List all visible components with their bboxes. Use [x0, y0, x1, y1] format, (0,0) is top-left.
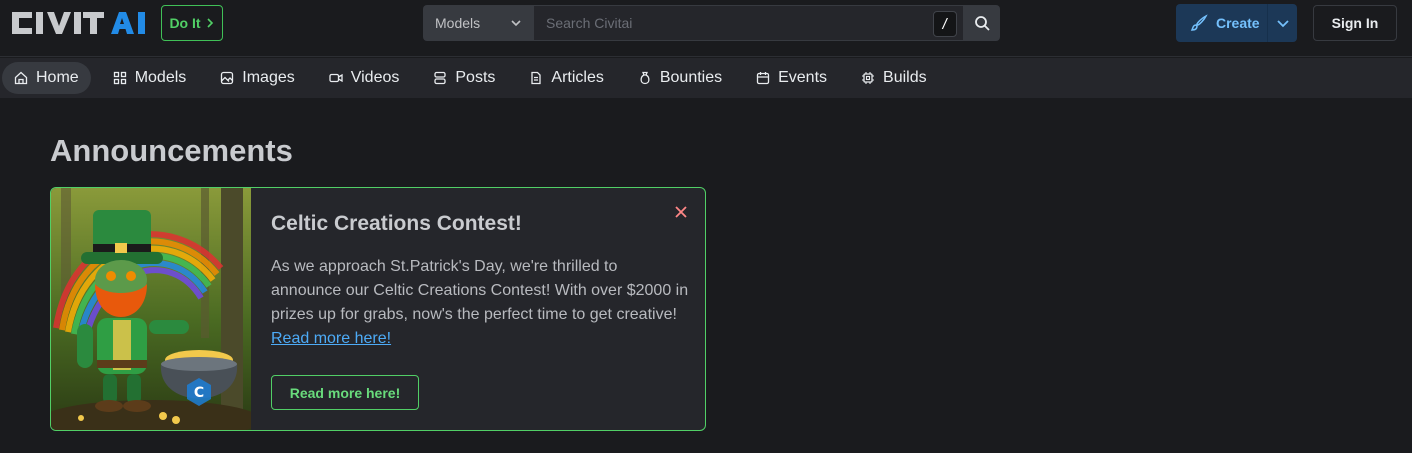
grid-icon: [113, 71, 126, 85]
create-main[interactable]: Create: [1176, 14, 1267, 32]
image-icon: [221, 71, 234, 85]
posts-icon: [434, 71, 447, 85]
chevron-down-icon: [511, 20, 521, 27]
announcement-body: As we approach St.Patrick's Day, we're t…: [271, 255, 691, 351]
create-button[interactable]: Create: [1176, 4, 1297, 42]
nav-item-label: Bounties: [659, 69, 723, 86]
brush-icon: [1190, 14, 1208, 31]
top-header: Do It Models / Create: [0, 0, 1412, 57]
calendar-icon: [756, 72, 770, 85]
search-scope-select[interactable]: Models: [423, 5, 534, 41]
do-it-label: Do It: [169, 15, 201, 31]
search-shortcut-key: /: [933, 11, 957, 37]
nav-item-images[interactable]: Images: [208, 62, 306, 94]
chevron-down-icon: [1276, 20, 1289, 28]
cpu-icon: [862, 72, 875, 84]
announcement-image: C: [51, 188, 251, 430]
close-icon[interactable]: [673, 204, 689, 220]
nav-item-videos[interactable]: Videos: [317, 62, 412, 94]
logo-wordmark: [12, 12, 145, 34]
chevron-right-icon: [206, 18, 213, 28]
nav-item-label: Videos: [350, 69, 400, 86]
nav-item-home[interactable]: Home: [2, 62, 91, 94]
nav-item-label: Posts: [455, 69, 496, 86]
search-bar: Models /: [423, 5, 1000, 41]
search-input[interactable]: [546, 15, 951, 31]
create-menu-toggle[interactable]: [1267, 4, 1297, 42]
do-it-button[interactable]: Do It: [161, 5, 223, 41]
home-icon: [14, 71, 28, 85]
search-icon: [974, 16, 990, 31]
nav-item-label: Home: [36, 69, 79, 86]
moneybag-icon: [640, 71, 650, 85]
create-label: Create: [1216, 15, 1260, 31]
civitai-logo[interactable]: [12, 9, 152, 37]
nav-item-label: Builds: [883, 69, 927, 86]
announcement-title: Celtic Creations Contest!: [271, 212, 522, 235]
svg-text:C: C: [194, 385, 204, 401]
nav-item-label: Articles: [551, 69, 604, 86]
nav-item-label: Images: [242, 69, 295, 86]
leprechaun-illustration: C: [51, 188, 251, 430]
nav-item-label: Models: [134, 69, 187, 86]
announcement-body-text: As we approach St.Patrick's Day, we're t…: [271, 258, 689, 323]
announcement-card: C Celtic Creations Contest! As we approa…: [50, 187, 706, 431]
search-scope-value: Models: [435, 15, 481, 31]
main-nav: Home Models Images Videos Posts Articles…: [0, 58, 1412, 98]
announcements-heading: Announcements: [50, 133, 293, 168]
read-more-link[interactable]: Read more here!: [271, 330, 391, 347]
nav-item-posts[interactable]: Posts: [421, 62, 507, 94]
search-input-wrap: /: [534, 5, 963, 41]
video-icon: [329, 73, 343, 83]
nav-item-events[interactable]: Events: [744, 62, 839, 94]
sign-in-button[interactable]: Sign In: [1313, 5, 1397, 41]
article-icon: [531, 71, 542, 85]
nav-item-label: Events: [778, 69, 828, 86]
nav-item-models[interactable]: Models: [101, 62, 199, 94]
read-more-button[interactable]: Read more here!: [271, 375, 419, 410]
nav-item-articles[interactable]: Articles: [517, 62, 615, 94]
nav-item-bounties[interactable]: Bounties: [626, 62, 734, 94]
nav-item-builds[interactable]: Builds: [849, 62, 939, 94]
search-button[interactable]: [963, 5, 1000, 41]
